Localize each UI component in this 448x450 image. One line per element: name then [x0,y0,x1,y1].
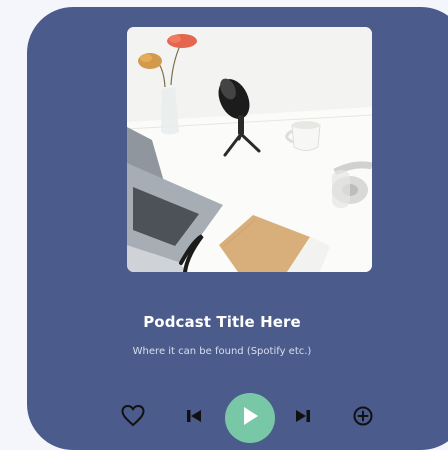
like-button[interactable] [119,393,147,443]
play-button[interactable] [225,393,275,443]
skip-previous-icon [186,408,202,428]
heart-icon [121,404,145,431]
add-button[interactable] [351,393,375,443]
plus-circle-icon [352,405,374,431]
podcast-cover-image [127,27,372,272]
next-button[interactable] [293,393,313,443]
podcast-player-card: Podcast Title Here Where it can be found… [27,7,448,450]
player-controls [27,393,417,443]
previous-button[interactable] [184,393,204,443]
play-icon [239,404,261,432]
podcast-subtitle: Where it can be found (Spotify etc.) [132,346,312,357]
podcast-title: Podcast Title Here [143,313,301,331]
podcast-cover-artwork [127,27,372,272]
skip-next-icon [295,408,311,428]
